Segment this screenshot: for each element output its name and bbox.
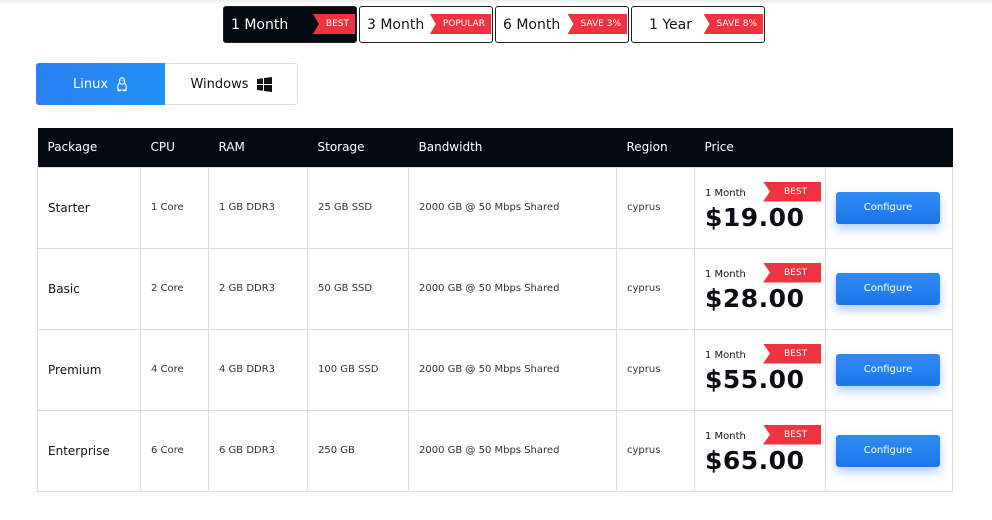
price-block: 1 Month BEST $28.00	[705, 262, 825, 313]
price-cell: 1 Month BEST $55.00	[694, 328, 826, 411]
configure-button[interactable]: Configure	[836, 353, 940, 386]
storage-value: 25 GB SSD	[307, 166, 409, 249]
cpu-value: 2 Core	[140, 247, 209, 330]
header-ram: RAM	[208, 128, 308, 167]
price-block: 1 Month BEST $19.00	[705, 181, 825, 232]
header-region: Region	[616, 128, 695, 167]
price-cell: 1 Month BEST $19.00	[694, 166, 826, 249]
tab-linux[interactable]: Linux	[36, 63, 165, 105]
package-name: Basic	[37, 247, 141, 330]
table-row: Premium 4 Core 4 GB DDR3 100 GB SSD 2000…	[37, 328, 953, 411]
region-value: cyprus	[616, 409, 695, 492]
price-cell: 1 Month BEST $65.00	[694, 409, 826, 492]
storage-value: 50 GB SSD	[307, 247, 409, 330]
configure-button[interactable]: Configure	[836, 272, 940, 305]
ram-value: 2 GB DDR3	[208, 247, 308, 330]
action-cell: Configure	[825, 409, 953, 492]
table-header-row: Package CPU RAM Storage Bandwidth Region…	[37, 128, 953, 167]
cpu-value: 1 Core	[140, 166, 209, 249]
price-amount: $28.00	[705, 283, 805, 313]
tab-6-month[interactable]: 6 Month SAVE 3%	[495, 6, 629, 43]
tab-3-month[interactable]: 3 Month POPULAR	[359, 6, 493, 43]
tab-badge: BEST	[312, 14, 355, 34]
windows-icon	[256, 76, 272, 92]
configure-button[interactable]: Configure	[836, 434, 940, 467]
price-block: 1 Month BEST $55.00	[705, 343, 825, 394]
tab-label: 3 Month	[367, 16, 425, 33]
price-badge: BEST	[763, 181, 822, 202]
tab-label: Linux	[72, 76, 109, 92]
package-name: Premium	[37, 328, 141, 411]
price-block: 1 Month BEST $65.00	[705, 424, 825, 475]
cpu-value: 6 Core	[140, 409, 209, 492]
price-cell: 1 Month BEST $28.00	[694, 247, 826, 330]
table-row: Enterprise 6 Core 6 GB DDR3 250 GB 2000 …	[37, 409, 953, 492]
header-bandwidth: Bandwidth	[408, 128, 617, 167]
bandwidth-value: 2000 GB @ 50 Mbps Shared	[408, 247, 617, 330]
tab-1-month[interactable]: 1 Month BEST	[223, 6, 357, 43]
tab-label: 6 Month	[503, 16, 561, 33]
price-badge: BEST	[763, 424, 822, 445]
tab-1-year[interactable]: 1 Year SAVE 8%	[631, 6, 765, 43]
header-storage: Storage	[307, 128, 409, 167]
storage-value: 250 GB	[307, 409, 409, 492]
tab-label: 1 Year	[649, 16, 692, 33]
action-cell: Configure	[825, 328, 953, 411]
tab-badge: SAVE 8%	[703, 14, 763, 34]
os-tabs: Linux Windows	[36, 63, 298, 105]
ram-value: 1 GB DDR3	[208, 166, 308, 249]
billing-period-tabs: 1 Month BEST 3 Month POPULAR 6 Month SAV…	[223, 6, 767, 43]
price-amount: $55.00	[705, 364, 805, 394]
plans-table: Package CPU RAM Storage Bandwidth Region…	[37, 128, 953, 492]
header-action	[825, 128, 953, 167]
action-cell: Configure	[825, 247, 953, 330]
region-value: cyprus	[616, 247, 695, 330]
configure-button[interactable]: Configure	[836, 191, 940, 224]
cpu-value: 4 Core	[140, 328, 209, 411]
bandwidth-value: 2000 GB @ 50 Mbps Shared	[408, 166, 617, 249]
region-value: cyprus	[616, 166, 695, 249]
table-row: Basic 2 Core 2 GB DDR3 50 GB SSD 2000 GB…	[37, 247, 953, 330]
ram-value: 4 GB DDR3	[208, 328, 308, 411]
tab-label: 1 Month	[231, 16, 289, 33]
price-badge: BEST	[763, 262, 822, 283]
tab-badge: POPULAR	[429, 14, 491, 34]
storage-value: 100 GB SSD	[307, 328, 409, 411]
price-amount: $19.00	[705, 202, 805, 232]
tab-badge: SAVE 3%	[567, 14, 627, 34]
tab-windows[interactable]: Windows	[165, 63, 298, 105]
action-cell: Configure	[825, 166, 953, 249]
ram-value: 6 GB DDR3	[208, 409, 308, 492]
linux-icon	[117, 76, 127, 91]
table-row: Starter 1 Core 1 GB DDR3 25 GB SSD 2000 …	[37, 166, 953, 249]
header-package: Package	[37, 128, 141, 167]
header-price: Price	[694, 128, 826, 167]
header-cpu: CPU	[140, 128, 209, 167]
bandwidth-value: 2000 GB @ 50 Mbps Shared	[408, 328, 617, 411]
bandwidth-value: 2000 GB @ 50 Mbps Shared	[408, 409, 617, 492]
package-name: Enterprise	[37, 409, 141, 492]
price-badge: BEST	[763, 343, 822, 364]
region-value: cyprus	[616, 328, 695, 411]
tab-label: Windows	[190, 76, 249, 92]
top-shadow	[0, 0, 992, 4]
package-name: Starter	[37, 166, 141, 249]
price-amount: $65.00	[705, 445, 805, 475]
